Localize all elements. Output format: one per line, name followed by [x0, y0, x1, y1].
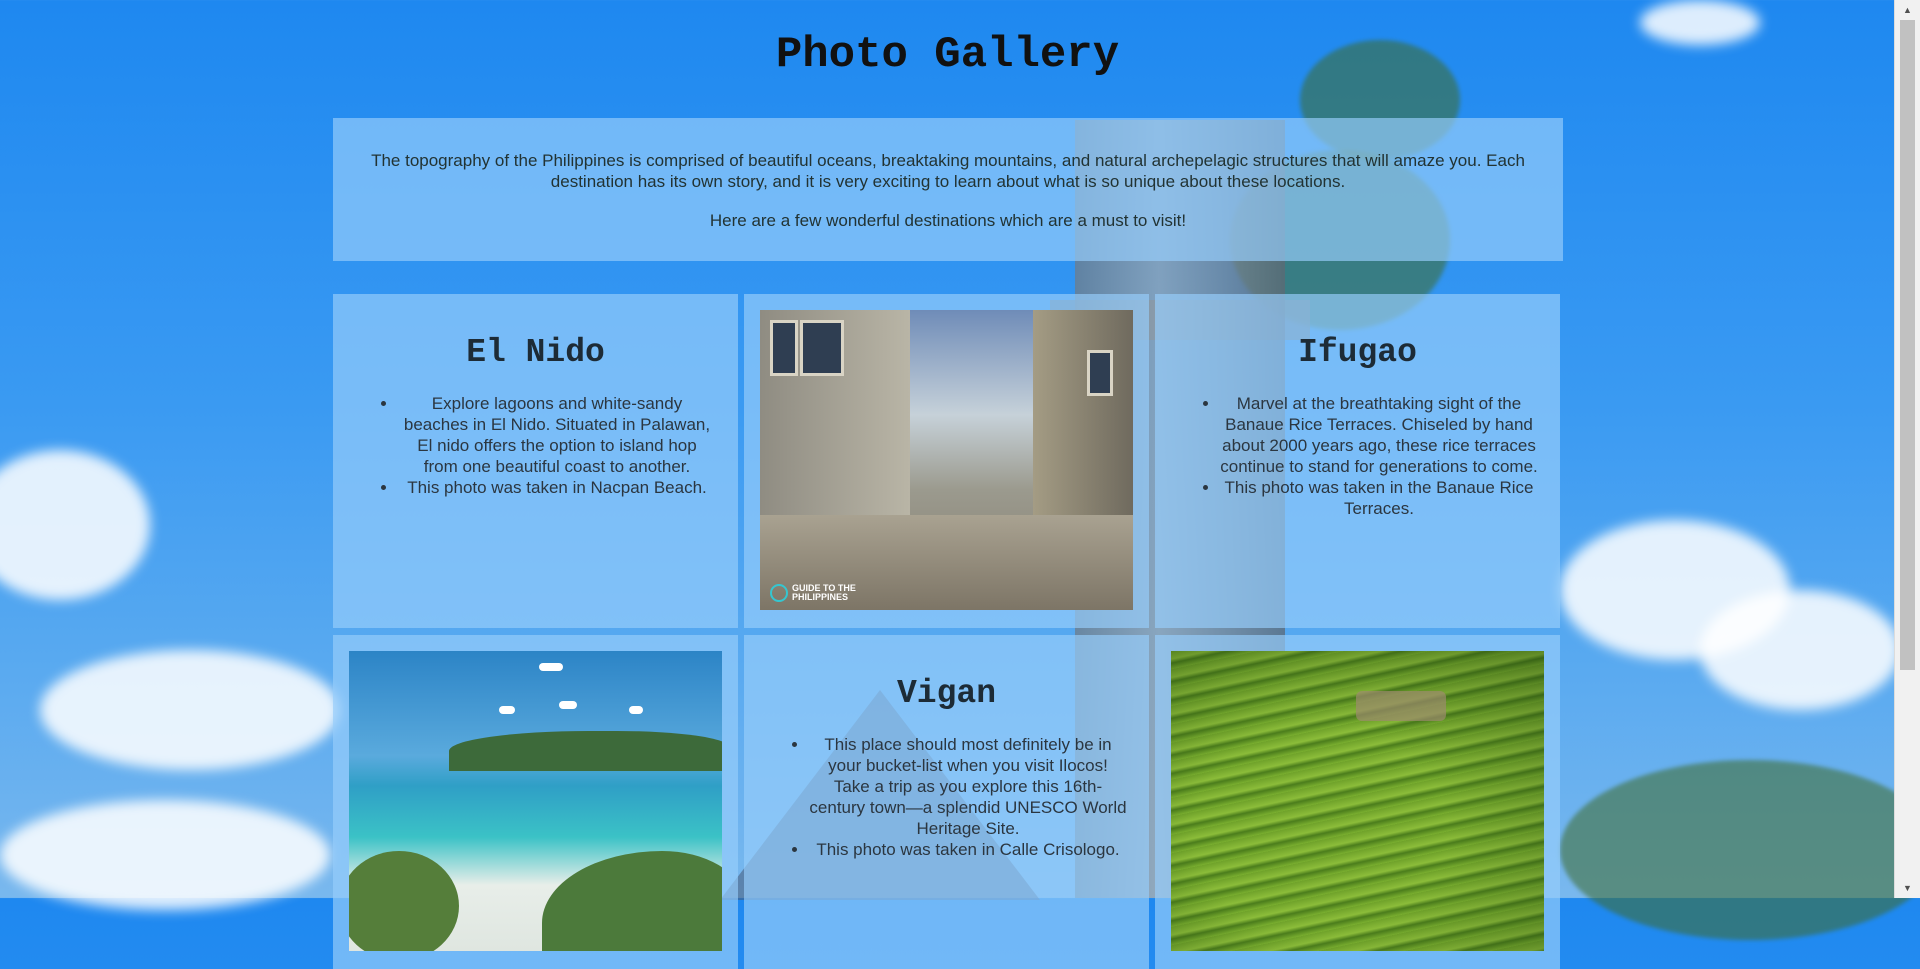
card-title-el-nido: El Nido — [466, 334, 605, 371]
card-ifugao-photo — [1155, 635, 1560, 969]
vigan-photo-location: This photo was taken in Calle Crisologo. — [809, 839, 1127, 860]
el-nido-description: Explore lagoons and white-sandy beaches … — [398, 393, 716, 477]
card-title-ifugao: Ifugao — [1298, 334, 1417, 371]
ifugao-photo-location: This photo was taken in the Banaue Rice … — [1220, 477, 1538, 519]
vertical-scrollbar[interactable]: ▲ ▼ — [1894, 0, 1920, 898]
vigan-street-photo: GUIDE TO THE PHILIPPINES — [760, 310, 1133, 610]
intro-panel: The topography of the Philippines is com… — [333, 118, 1563, 261]
watermark-logo: GUIDE TO THE PHILIPPINES — [770, 584, 856, 602]
rice-terraces-photo — [1171, 651, 1544, 951]
el-nido-photo-location: This photo was taken in Nacpan Beach. — [398, 477, 716, 498]
el-nido-list: Explore lagoons and white-sandy beaches … — [333, 393, 738, 498]
card-ifugao: Ifugao Marvel at the breathtaking sight … — [1155, 294, 1560, 628]
scroll-up-arrow-icon[interactable]: ▲ — [1895, 0, 1920, 20]
intro-paragraph: The topography of the Philippines is com… — [371, 151, 1525, 191]
card-title-vigan: Vigan — [896, 675, 997, 712]
card-el-nido-photo — [333, 635, 738, 969]
scroll-down-arrow-icon[interactable]: ▼ — [1895, 878, 1920, 898]
ifugao-list: Marvel at the breathtaking sight of the … — [1155, 393, 1560, 519]
el-nido-beach-photo — [349, 651, 722, 951]
card-vigan-photo: GUIDE TO THE PHILIPPINES — [744, 294, 1149, 628]
intro-callout: Here are a few wonderful destinations wh… — [709, 211, 1187, 230]
card-el-nido: El Nido Explore lagoons and white-sandy … — [333, 294, 738, 628]
ifugao-description: Marvel at the breathtaking sight of the … — [1220, 393, 1538, 477]
vigan-description: This place should most definitely be in … — [809, 734, 1127, 839]
page-title: Photo Gallery — [775, 30, 1120, 80]
scroll-thumb[interactable] — [1900, 20, 1915, 670]
vigan-list: This place should most definitely be in … — [744, 734, 1149, 860]
card-vigan: Vigan This place should most definitely … — [744, 635, 1149, 969]
